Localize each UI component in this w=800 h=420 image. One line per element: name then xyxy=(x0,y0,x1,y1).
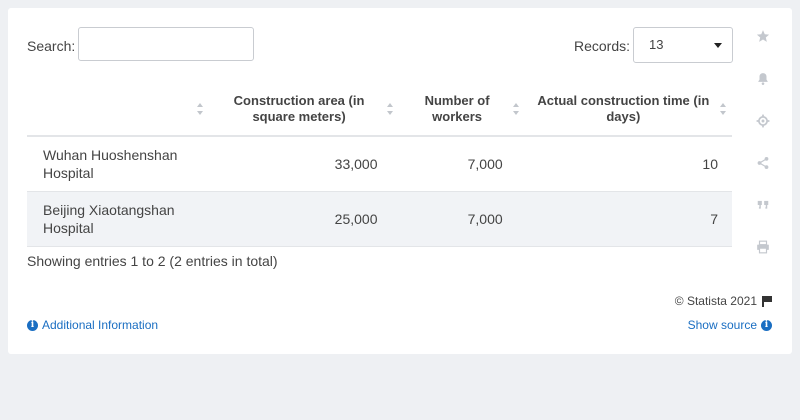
sort-icon xyxy=(196,103,205,115)
copyright-text: © Statista 2021 xyxy=(674,294,757,308)
bell-icon xyxy=(758,73,768,85)
info-icon: i xyxy=(761,319,772,331)
additional-information-label: Additional Information xyxy=(42,318,159,332)
table-cell-name: Beijing Xiaotangshan Hospital xyxy=(27,191,209,247)
chevron-down-icon xyxy=(714,43,722,48)
search-label: Search: xyxy=(27,38,76,54)
table-cell-name: Wuhan Huoshenshan Hospital xyxy=(27,136,209,192)
show-source-label: Show source xyxy=(687,318,757,332)
info-icon: i xyxy=(27,319,38,331)
column-header-name[interactable] xyxy=(27,83,209,137)
table-header-row: Construction area (in square meters) Num… xyxy=(27,83,732,137)
table-cell-construction-time: 10 xyxy=(524,136,732,192)
gear-icon xyxy=(756,114,770,128)
column-header-label: Actual construction time (in days) xyxy=(537,93,710,124)
statistic-card: Search: Records: 13 Construction area (i… xyxy=(8,8,792,354)
share-icon xyxy=(757,157,769,169)
data-table: Construction area (in square meters) Num… xyxy=(27,83,732,247)
sort-icon xyxy=(720,103,728,115)
records-select[interactable]: 13 xyxy=(633,27,733,63)
table-cell-construction-area: 25,000 xyxy=(208,191,400,247)
entries-summary: Showing entries 1 to 2 (2 entries in tot… xyxy=(27,253,278,269)
flag-icon[interactable] xyxy=(762,295,772,307)
cite-button[interactable] xyxy=(746,188,780,222)
records-label: Records: xyxy=(574,38,631,54)
sort-icon xyxy=(512,103,521,115)
table-cell-construction-area: 33,000 xyxy=(208,136,400,192)
table-row: Beijing Xiaotangshan Hospital 25,000 7,0… xyxy=(27,191,732,247)
column-header-construction-area[interactable]: Construction area (in square meters) xyxy=(208,83,400,137)
table-row: Wuhan Huoshenshan Hospital 33,000 7,000 … xyxy=(27,136,732,192)
records-selected-value: 13 xyxy=(649,37,664,52)
share-button[interactable] xyxy=(746,146,780,180)
print-icon xyxy=(757,240,769,254)
column-header-label: Number of workers xyxy=(424,93,490,124)
table-cell-construction-time: 7 xyxy=(524,191,732,247)
search-input[interactable] xyxy=(78,27,254,61)
column-header-construction-time[interactable]: Actual construction time (in days) xyxy=(524,83,732,137)
settings-button[interactable] xyxy=(746,104,780,138)
print-button[interactable] xyxy=(746,230,780,264)
copyright: © Statista 2021 xyxy=(675,294,772,308)
table-cell-workers: 7,000 xyxy=(399,191,525,247)
favorite-button[interactable] xyxy=(746,19,780,53)
notification-button[interactable] xyxy=(746,62,780,96)
additional-information-link[interactable]: i Additional Information xyxy=(27,318,158,332)
star-icon xyxy=(756,30,770,42)
show-source-link[interactable]: Show source i xyxy=(688,318,772,332)
column-header-workers[interactable]: Number of workers xyxy=(399,83,525,137)
sort-icon xyxy=(387,103,395,115)
quote-icon xyxy=(757,200,769,209)
table-cell-workers: 7,000 xyxy=(399,136,525,192)
column-header-label: Construction area (in square meters) xyxy=(233,93,365,124)
